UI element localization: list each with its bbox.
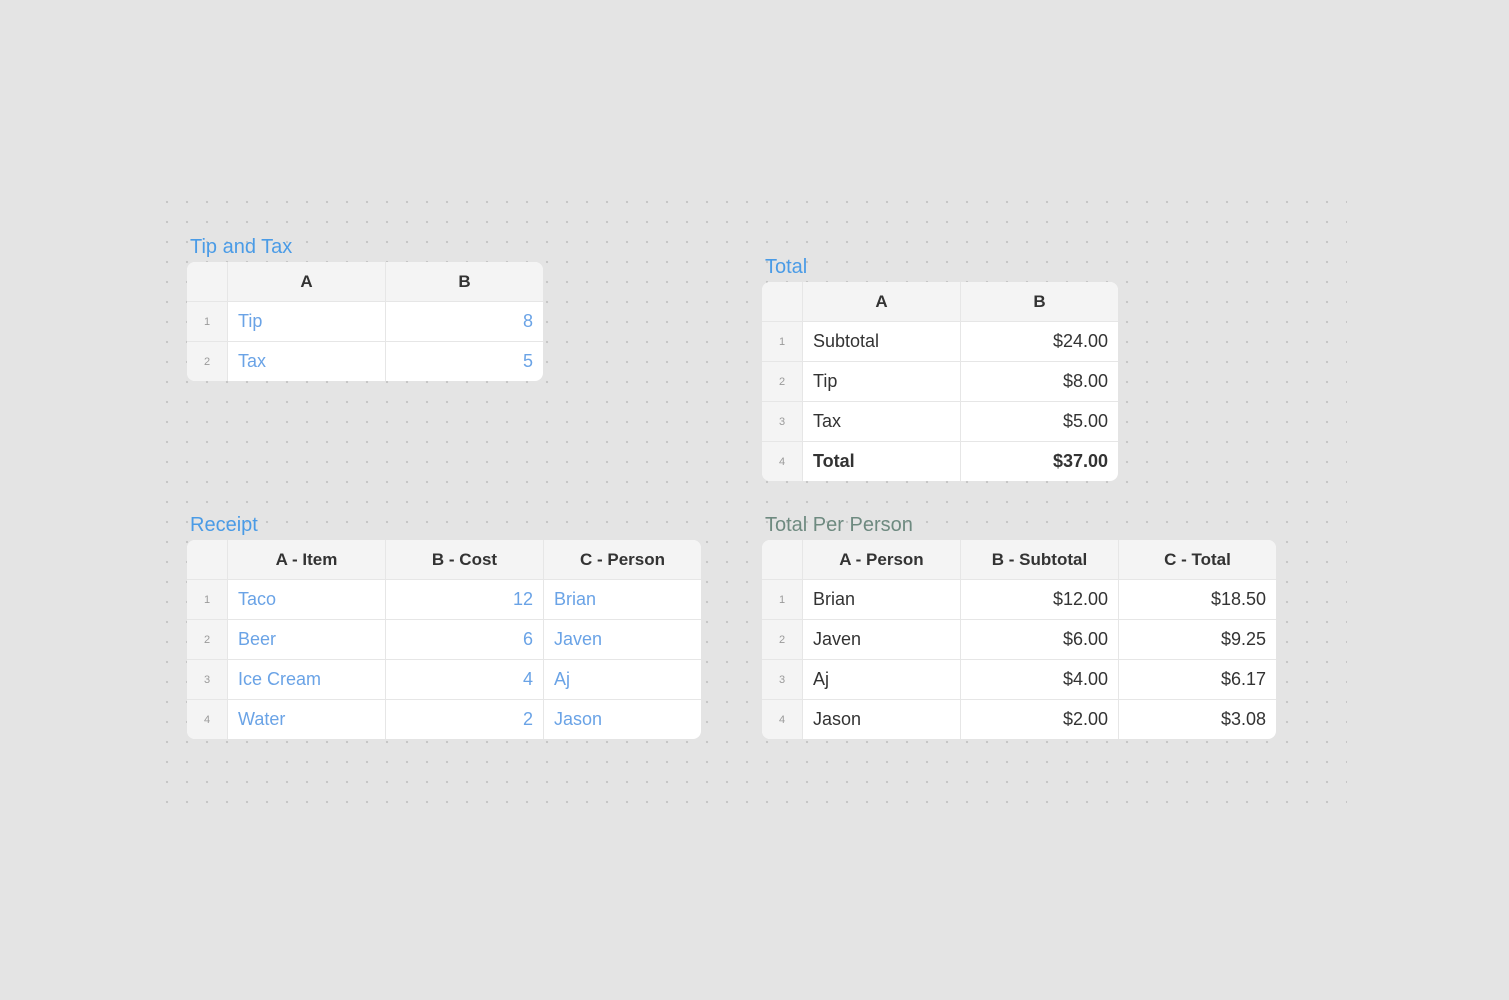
cell[interactable]: 12 [386, 580, 544, 620]
cell[interactable]: 6 [386, 620, 544, 660]
table-row: 1 Subtotal $24.00 [762, 322, 1118, 362]
column-header[interactable]: C - Total [1119, 540, 1276, 580]
table-row: 1 Taco 12 Brian [187, 580, 701, 620]
cell[interactable]: Tip [228, 302, 386, 342]
cell[interactable]: Jason [803, 700, 961, 739]
sheet-table: A - Person B - Subtotal C - Total 1 Bria… [762, 540, 1276, 739]
cell[interactable]: $24.00 [961, 322, 1118, 362]
table-row: 4 Water 2 Jason [187, 700, 701, 739]
sheet-title[interactable]: Total Per Person [765, 514, 1276, 536]
cell[interactable]: $18.50 [1119, 580, 1276, 620]
corner-cell[interactable] [187, 540, 228, 580]
cell[interactable]: Aj [803, 660, 961, 700]
row-number[interactable]: 1 [762, 580, 803, 620]
row-number[interactable]: 3 [762, 660, 803, 700]
sheet-table: A - Item B - Cost C - Person 1 Taco 12 B… [187, 540, 701, 739]
sheet-tip-and-tax: Tip and Tax A B 1 Tip 8 2 Tax 5 [187, 236, 543, 381]
row-number[interactable]: 1 [187, 302, 228, 342]
table-row: 2 Beer 6 Javen [187, 620, 701, 660]
cell[interactable]: Jason [544, 700, 701, 739]
table-row: 1 Tip 8 [187, 302, 543, 342]
corner-cell[interactable] [762, 282, 803, 322]
row-number[interactable]: 4 [762, 700, 803, 739]
header-row: A B [187, 262, 543, 302]
row-number[interactable]: 3 [762, 402, 803, 442]
table-row: 2 Javen $6.00 $9.25 [762, 620, 1276, 660]
column-header[interactable]: B [961, 282, 1118, 322]
column-header[interactable]: A [228, 262, 386, 302]
cell[interactable]: Water [228, 700, 386, 739]
cell[interactable]: $9.25 [1119, 620, 1276, 660]
cell[interactable]: $6.17 [1119, 660, 1276, 700]
row-number[interactable]: 3 [187, 660, 228, 700]
cell[interactable]: $8.00 [961, 362, 1118, 402]
sheet-title[interactable]: Tip and Tax [190, 236, 543, 258]
cell[interactable]: 4 [386, 660, 544, 700]
cell[interactable]: 5 [386, 342, 543, 381]
table-row: 1 Brian $12.00 $18.50 [762, 580, 1276, 620]
table-row: 3 Ice Cream 4 Aj [187, 660, 701, 700]
sheet-table: A B 1 Tip 8 2 Tax 5 [187, 262, 543, 381]
cell[interactable]: 8 [386, 302, 543, 342]
cell[interactable]: $37.00 [961, 442, 1118, 481]
column-header[interactable]: A [803, 282, 961, 322]
cell[interactable]: $5.00 [961, 402, 1118, 442]
cell[interactable]: Tip [803, 362, 961, 402]
header-row: A - Item B - Cost C - Person [187, 540, 701, 580]
sheet-table: A B 1 Subtotal $24.00 2 Tip $8.00 3 Tax … [762, 282, 1118, 481]
row-number[interactable]: 1 [762, 322, 803, 362]
cell[interactable]: Beer [228, 620, 386, 660]
cell[interactable]: Brian [544, 580, 701, 620]
row-number[interactable]: 2 [762, 362, 803, 402]
cell[interactable]: Tax [228, 342, 386, 381]
cell[interactable]: Ice Cream [228, 660, 386, 700]
row-number[interactable]: 4 [762, 442, 803, 481]
column-header[interactable]: C - Person [544, 540, 701, 580]
sheet-total-per-person: Total Per Person A - Person B - Subtotal… [762, 514, 1276, 739]
table-row: 3 Tax $5.00 [762, 402, 1118, 442]
sheet-receipt: Receipt A - Item B - Cost C - Person 1 T… [187, 514, 701, 739]
corner-cell[interactable] [187, 262, 228, 302]
table-row: 2 Tip $8.00 [762, 362, 1118, 402]
cell[interactable]: Javen [544, 620, 701, 660]
column-header[interactable]: A - Item [228, 540, 386, 580]
cell[interactable]: 2 [386, 700, 544, 739]
sheet-total: Total A B 1 Subtotal $24.00 2 Tip $8.00 … [762, 256, 1118, 481]
cell[interactable]: $2.00 [961, 700, 1119, 739]
cell[interactable]: Tax [803, 402, 961, 442]
header-row: A - Person B - Subtotal C - Total [762, 540, 1276, 580]
row-number[interactable]: 2 [187, 342, 228, 381]
corner-cell[interactable] [762, 540, 803, 580]
cell[interactable]: Taco [228, 580, 386, 620]
cell[interactable]: $4.00 [961, 660, 1119, 700]
cell[interactable]: $12.00 [961, 580, 1119, 620]
row-number[interactable]: 2 [187, 620, 228, 660]
cell[interactable]: Javen [803, 620, 961, 660]
table-row: 2 Tax 5 [187, 342, 543, 381]
sheet-title[interactable]: Receipt [190, 514, 701, 536]
cell[interactable]: Total [803, 442, 961, 481]
column-header[interactable]: B - Cost [386, 540, 544, 580]
column-header[interactable]: B [386, 262, 543, 302]
row-number[interactable]: 4 [187, 700, 228, 739]
cell[interactable]: Brian [803, 580, 961, 620]
column-header[interactable]: A - Person [803, 540, 961, 580]
column-header[interactable]: B - Subtotal [961, 540, 1119, 580]
header-row: A B [762, 282, 1118, 322]
cell[interactable]: $3.08 [1119, 700, 1276, 739]
cell[interactable]: $6.00 [961, 620, 1119, 660]
sheet-title[interactable]: Total [765, 256, 1118, 278]
table-row: 4 Jason $2.00 $3.08 [762, 700, 1276, 739]
row-number[interactable]: 1 [187, 580, 228, 620]
cell[interactable]: Subtotal [803, 322, 961, 362]
table-row: 3 Aj $4.00 $6.17 [762, 660, 1276, 700]
table-row: 4 Total $37.00 [762, 442, 1118, 481]
row-number[interactable]: 2 [762, 620, 803, 660]
cell[interactable]: Aj [544, 660, 701, 700]
